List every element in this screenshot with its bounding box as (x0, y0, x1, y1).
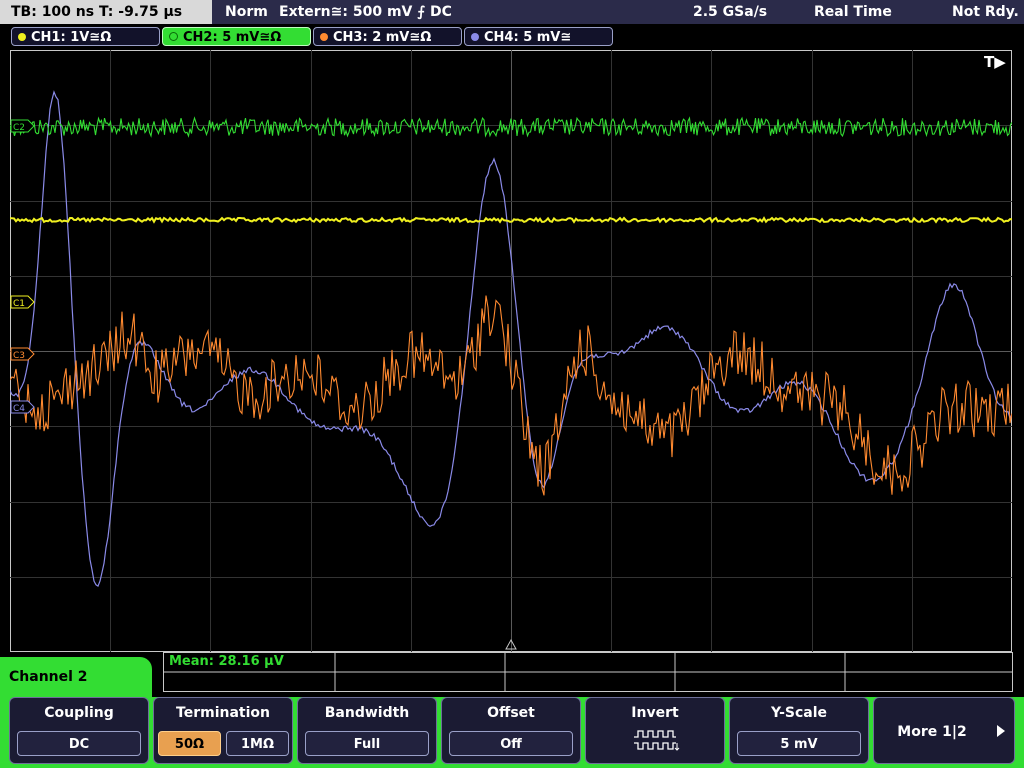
tab-ch1-label: CH1: 1V≅Ω (31, 30, 112, 45)
ch1-color-dot (18, 33, 26, 41)
tab-ch3[interactable]: CH3: 2 mV≅Ω (313, 27, 462, 46)
ch2-color-dot (169, 32, 178, 41)
measurement-grid (163, 652, 1013, 692)
termination-1mohm-option[interactable]: 1MΩ (226, 731, 289, 756)
ch4-color-dot (471, 33, 479, 41)
timebase-readout: TB: 100 ns (11, 4, 95, 20)
termination-softkey[interactable]: Termination 50Ω 1MΩ (153, 697, 293, 764)
tab-ch4[interactable]: CH4: 5 mV≅ (464, 27, 613, 46)
offset-softkey[interactable]: Offset Off (441, 697, 581, 764)
y-scale-label: Y-Scale (770, 705, 827, 721)
ch2-marker-label: C2 (13, 123, 25, 133)
termination-50ohm-option[interactable]: 50Ω (158, 731, 221, 756)
coupling-softkey[interactable]: Coupling DC (9, 697, 149, 764)
ch4-marker-label: C4 (13, 404, 25, 414)
tab-ch2[interactable]: CH2: 5 mV≅Ω (162, 27, 311, 46)
bandwidth-value[interactable]: Full (305, 731, 429, 756)
measurement-mean-readout: Mean: 28.16 µV (169, 654, 284, 669)
invert-softkey[interactable]: Invert (585, 697, 725, 764)
coupling-value[interactable]: DC (17, 731, 141, 756)
termination-label: Termination (176, 705, 270, 721)
tab-ch3-label: CH3: 2 mV≅Ω (333, 30, 432, 45)
y-scale-value[interactable]: 5 mV (737, 731, 861, 756)
next-page-icon (997, 725, 1005, 737)
trigger-source[interactable]: Extern≅: 500 mV ⨍ DC (279, 0, 452, 24)
timebase-box[interactable]: TB: 100 ns T: -9.75 µs (0, 0, 212, 24)
invert-waveform-icon (634, 730, 680, 751)
offset-label: Offset (487, 705, 535, 721)
offset-value[interactable]: Off (449, 731, 573, 756)
status-bar: TB: 100 ns T: -9.75 µs Norm Extern≅: 500… (0, 0, 1024, 24)
bandwidth-label: Bandwidth (324, 705, 410, 721)
sample-rate: 2.5 GSa/s (693, 4, 768, 20)
tab-ch4-label: CH4: 5 mV≅ (484, 30, 572, 45)
invert-label: Invert (631, 705, 679, 721)
acquisition-mode: Real Time (814, 4, 892, 20)
waveform-display[interactable]: C2 C1 C3 C4 T▶ (9, 50, 1013, 652)
waveform-svg: C2 C1 C3 C4 T▶ (9, 50, 1013, 652)
ch3-marker-label: C3 (13, 351, 25, 361)
measurement-panel[interactable]: Mean: 28.16 µV (163, 652, 1013, 692)
menu-title: Channel 2 (0, 657, 152, 697)
trigger-mode[interactable]: Norm (225, 0, 268, 24)
tab-ch2-label: CH2: 5 mV≅Ω (183, 30, 282, 45)
channel-tabs: CH1: 1V≅Ω CH2: 5 mV≅Ω CH3: 2 mV≅Ω CH4: 5… (0, 24, 1024, 50)
more-softkey[interactable]: More 1|2 (873, 697, 1015, 764)
tab-ch1[interactable]: CH1: 1V≅Ω (11, 27, 160, 46)
trigger-offset-indicator: T▶ (984, 53, 1006, 71)
softkey-menu: Coupling DC Termination 50Ω 1MΩ Bandwidt… (0, 697, 1024, 768)
more-label: More 1|2 (897, 724, 967, 740)
y-scale-softkey[interactable]: Y-Scale 5 mV (729, 697, 869, 764)
ch1-marker-label: C1 (13, 299, 25, 309)
coupling-label: Coupling (44, 705, 114, 721)
acquisition-state: Not Rdy. (952, 4, 1019, 20)
trigger-time-readout: T: -9.75 µs (99, 4, 183, 20)
ch3-color-dot (320, 33, 328, 41)
bandwidth-softkey[interactable]: Bandwidth Full (297, 697, 437, 764)
